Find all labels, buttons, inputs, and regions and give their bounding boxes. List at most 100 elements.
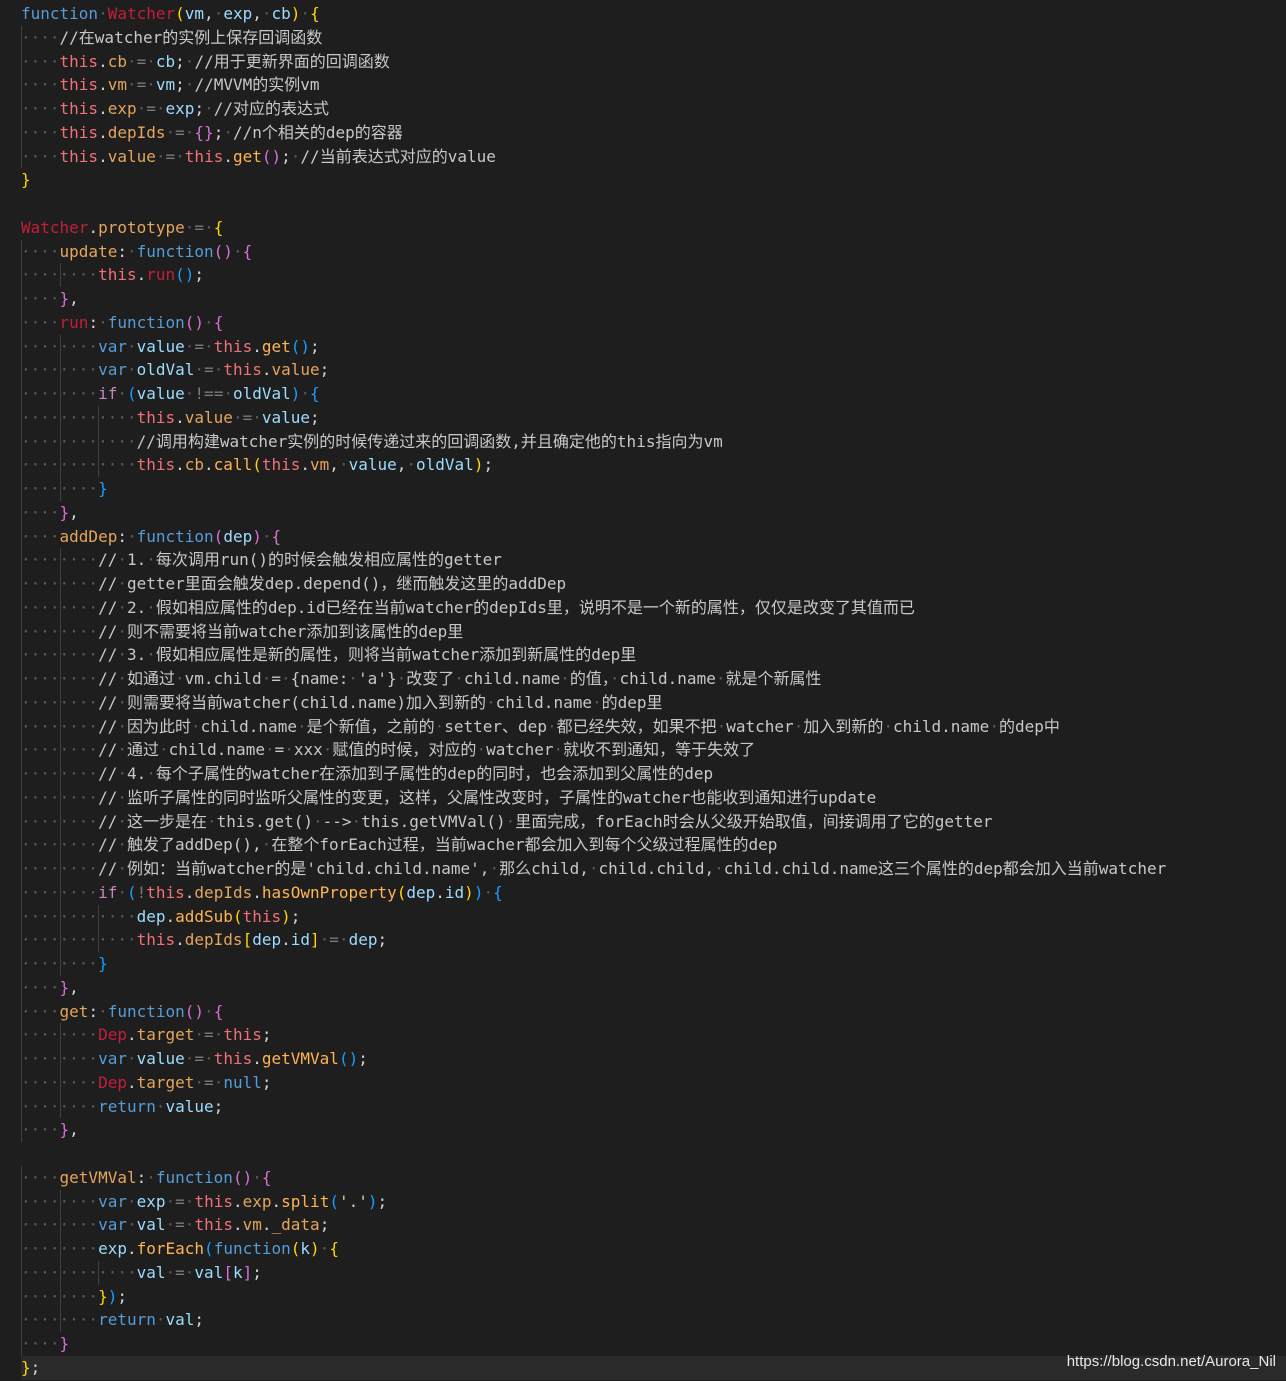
code-line[interactable]: ····update:·function()·{ [21, 239, 1286, 264]
code-comment: 每个子属性的watcher在添加到子属性的dep的同时，也会添加到父属性的dep [155, 764, 714, 783]
whitespace: · [117, 859, 127, 878]
code-token: forEach [136, 1239, 205, 1258]
code-line[interactable]: ····this.exp·=·exp;·//对应的表达式 [21, 97, 1286, 121]
code-line[interactable]: ········this.run(); [21, 263, 1286, 287]
indent-guide [21, 1308, 22, 1332]
code-line[interactable]: ········//·则不需要将当前watcher添加到该属性的dep里 [21, 619, 1286, 644]
code-token: ; [377, 930, 388, 950]
code-area[interactable]: function·Watcher(vm,·exp,·cb)·{····//在wa… [21, 2, 1286, 1380]
code-line[interactable]: ········//·1.·每次调用run()的时候会触发相应属性的getter [21, 548, 1286, 572]
code-line[interactable]: ····}, [21, 975, 1286, 1000]
code-line[interactable]: ············//调用构建watcher实例的时候传递过来的回调函数,… [21, 429, 1286, 454]
code-line[interactable]: ····this.value·=·this.get();·//当前表达式对应的v… [21, 144, 1286, 169]
code-line[interactable]: ········//·3.·假如相应属性是新的属性，则将当前watcher添加到… [21, 643, 1286, 667]
code-token: ) [310, 1239, 320, 1258]
code-line[interactable]: ············this.depIds[dep.id]·=·dep; [21, 928, 1286, 952]
code-token: ( [329, 1191, 339, 1211]
code-editor[interactable]: function·Watcher(vm,·exp,·cb)·{····//在wa… [0, 0, 1286, 1381]
code-token: : [88, 1001, 99, 1021]
code-line[interactable]: ····run:·function()·{ [21, 310, 1286, 335]
code-line[interactable]: ········var·val·=·this.vm._data; [21, 1213, 1286, 1237]
code-line[interactable]: ········//·2.·假如相应属性的dep.id已经在当前watcher的… [21, 595, 1286, 620]
code-comment: 的dep里 [601, 692, 663, 712]
code-token: . [165, 906, 176, 926]
code-line[interactable] [21, 192, 1286, 216]
code-line[interactable]: ····this.cb·=·cb;·//用于更新界面的回调函数 [21, 49, 1286, 74]
code-comment: 2. [126, 597, 147, 617]
code-line[interactable]: ····addDep:·function(dep)·{ [21, 524, 1286, 549]
code-line[interactable]: ····//在watcher的实例上保存回调函数 [21, 25, 1286, 50]
code-token: = [165, 146, 176, 166]
code-line[interactable]: ········//·例如：当前watcher的是'child.child.na… [21, 857, 1286, 881]
indent-guide [21, 1023, 22, 1047]
code-line[interactable]: ········Dep.target·=·this; [21, 1023, 1286, 1047]
code-token: var [98, 336, 127, 356]
code-line[interactable]: ····}, [21, 1118, 1286, 1142]
code-line[interactable]: ········if·(value·!==·oldVal)·{ [21, 382, 1286, 406]
whitespace: · [194, 1072, 205, 1092]
indent-guide [59, 714, 61, 739]
whitespace: ···· [21, 502, 60, 522]
code-line[interactable]: ········//·触发了addDep(),·在整个forEach过程，当前w… [21, 833, 1286, 857]
code-line[interactable]: ········var·oldVal·=·this.value; [21, 358, 1286, 382]
code-line[interactable]: ········//·getter里面会触发dep.depend()，继而触发这… [21, 572, 1286, 596]
code-line[interactable]: ····}, [21, 287, 1286, 311]
code-token: . [126, 1239, 137, 1258]
whitespace: · [126, 1191, 137, 1211]
indent-guide [59, 453, 61, 477]
whitespace: · [146, 597, 156, 617]
code-line[interactable]: ········//·这一步是在·this.get()·-->·this.get… [21, 809, 1286, 834]
code-token: ) [473, 882, 484, 902]
whitespace: · [338, 455, 349, 475]
code-line[interactable]: ············val·=·val[k]; [21, 1260, 1286, 1285]
code-line[interactable]: ········//·则需要将当前watcher(child.name)加入到新… [21, 690, 1286, 715]
code-line[interactable]: ········//·4.·每个子属性的watcher在添加到子属性的dep的同… [21, 762, 1286, 786]
code-line[interactable]: ············this.value·=·value; [21, 405, 1286, 430]
code-token: . [175, 930, 185, 950]
code-line[interactable]: function·Watcher(vm,·exp,·cb)·{ [21, 2, 1286, 26]
code-line[interactable]: ········//·通过·child.name·=·xxx·赋值的时候，对应的… [21, 738, 1286, 762]
code-line[interactable]: } [21, 168, 1286, 192]
code-token: this [261, 455, 301, 475]
whitespace: · [204, 336, 214, 356]
whitespace: · [184, 51, 195, 71]
code-line[interactable]: ········//·监听子属性的同时监听父属性的变更，这样，父属性改变时，子属… [21, 785, 1286, 810]
code-line[interactable]: ········//·因为此时·child.name·是个新值，之前的·sett… [21, 714, 1286, 739]
code-line[interactable]: ········} [21, 952, 1286, 976]
whitespace: · [264, 740, 275, 760]
code-line[interactable]: Watcher.prototype·=·{ [21, 216, 1286, 240]
code-line[interactable]: ············dep.addSub(this); [21, 904, 1286, 929]
code-line[interactable]: ····getVMVal:·function()·{ [21, 1165, 1286, 1190]
code-line[interactable]: ········Dep.target·=·null; [21, 1070, 1286, 1095]
code-line[interactable]: ········return·value; [21, 1094, 1286, 1119]
code-token: = [175, 1262, 185, 1282]
code-token: = [194, 217, 205, 237]
code-line[interactable] [21, 1142, 1286, 1166]
code-line[interactable]: ········var·value·=·this.get(); [21, 334, 1286, 359]
code-token: id [444, 882, 465, 902]
code-token: , [69, 502, 79, 522]
whitespace: · [989, 716, 999, 736]
code-line[interactable]: ········//·如通过·vm.child·=·{name:·'a'}·改变… [21, 667, 1286, 691]
code-line[interactable]: ············this.cb.call(this.vm,·value,… [21, 453, 1286, 477]
code-comment: // [98, 621, 118, 641]
code-line[interactable]: ····this.depIds·=·{};·//n个相关的dep的容器 [21, 120, 1286, 145]
code-token: = [204, 1072, 214, 1092]
code-token: () [290, 336, 311, 356]
code-token: exp [107, 99, 137, 118]
code-line[interactable]: ········} [21, 477, 1286, 501]
code-line[interactable]: ········exp.forEach(function(k)·{ [21, 1237, 1286, 1261]
code-line[interactable]: ····}, [21, 500, 1286, 525]
indent-guide [59, 263, 61, 287]
code-line[interactable]: ········var·exp·=·this.exp.split('.'); [21, 1189, 1286, 1214]
code-line[interactable]: ········var·value·=·this.getVMVal(); [21, 1047, 1286, 1071]
code-line[interactable]: ········if·(!this.depIds.hasOwnProperty(… [21, 880, 1286, 905]
code-line[interactable]: ····get:·function()·{ [21, 999, 1286, 1024]
code-line[interactable]: ········return·val; [21, 1308, 1286, 1332]
code-comment: // [98, 597, 118, 617]
whitespace: · [454, 669, 464, 688]
code-line[interactable]: ····this.vm·=·vm;·//MVVM的实例vm [21, 73, 1286, 97]
indent-guide [21, 857, 22, 881]
code-token: this [223, 360, 262, 380]
code-line[interactable]: ········}); [21, 1284, 1286, 1309]
